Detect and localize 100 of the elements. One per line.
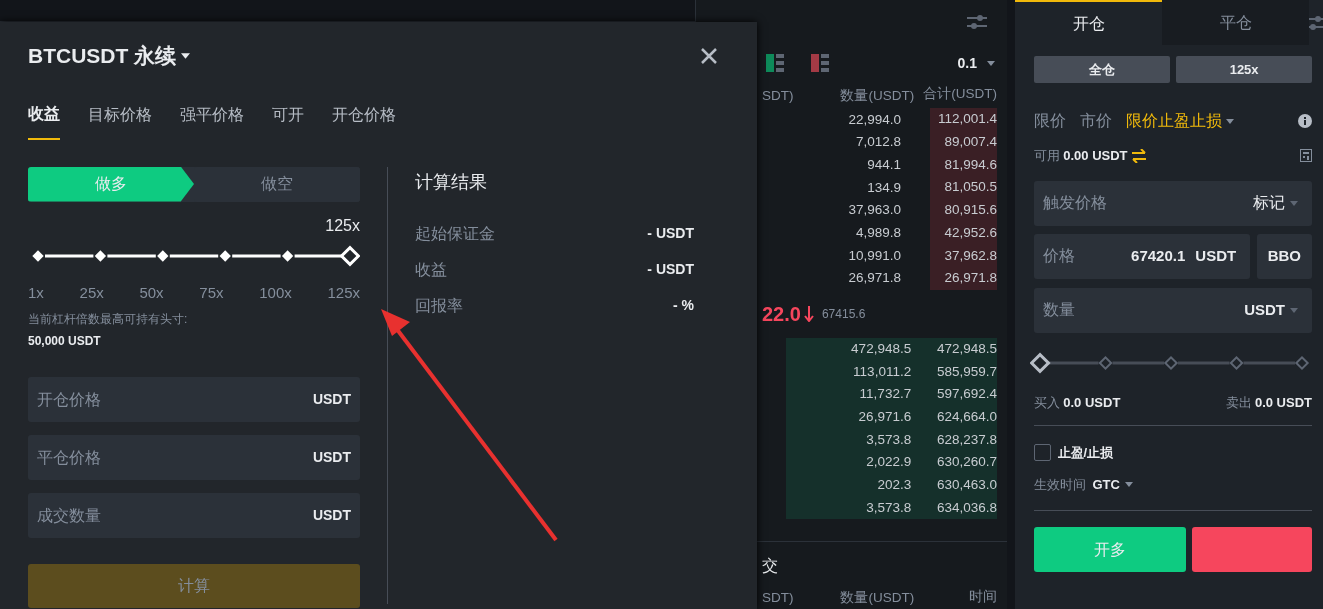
amount-cell-text: 113,011.2 xyxy=(852,362,912,381)
amount-cell-text: 472,948.5 xyxy=(850,340,912,359)
caret-icon xyxy=(181,52,191,59)
column-header: 合计(USDT) xyxy=(922,85,997,104)
close-icon[interactable] xyxy=(701,47,717,64)
amount-cell-text: 134.9 xyxy=(866,178,901,197)
caret-icon xyxy=(1290,200,1298,206)
tick-label: 125x xyxy=(327,282,360,303)
amount-cell-text: 944.1 xyxy=(866,155,901,174)
checkbox[interactable] xyxy=(1034,444,1051,462)
total-cell-text: 634,036.8 xyxy=(935,498,997,517)
amount-cell-text: 11,732.7 xyxy=(858,385,912,404)
column-header: SDT) xyxy=(762,588,794,607)
slider-track[interactable] xyxy=(1047,361,1295,364)
trigger-price-field[interactable]: 触发价格 标记 xyxy=(1034,180,1312,226)
amount-cell-text: 4,989.8 xyxy=(854,224,901,243)
order-type-tab[interactable]: 市价 xyxy=(1080,109,1112,133)
order-type-tab[interactable]: 限价止盈止损 xyxy=(1126,109,1222,133)
amount-cell-text: 2,022.9 xyxy=(865,453,912,472)
info-icon xyxy=(1298,114,1312,128)
total-cell-text: 630,260.7 xyxy=(935,453,997,472)
precision-dropdown[interactable]: 0.1 xyxy=(957,52,995,74)
total-cell-text: 624,664.0 xyxy=(935,407,997,426)
amount-cell-text: 10,991.0 xyxy=(847,246,901,265)
amount-cell-text: 26,971.6 xyxy=(857,408,912,427)
input-field[interactable]: 成交数量 USDT xyxy=(28,493,360,538)
dialog-tab[interactable]: 目标价格 xyxy=(88,101,152,140)
amount-cell-text: 202.3 xyxy=(876,476,912,495)
panel-tab[interactable]: 平仓 xyxy=(1162,0,1309,45)
total-cell-text: 597,692.4 xyxy=(935,385,997,404)
sell-orders-icon[interactable] xyxy=(811,54,829,73)
dialog-tab[interactable]: 开仓价格 xyxy=(332,101,396,140)
tick-label: 75x xyxy=(199,282,224,303)
bbo-button[interactable]: BBO xyxy=(1256,233,1312,279)
total-cell-text: 472,948.5 xyxy=(935,339,997,358)
amount-cell-text: 37,963.0 xyxy=(847,201,901,220)
tick-label: 25x xyxy=(79,282,104,303)
slider-step[interactable] xyxy=(32,249,44,262)
precision-value: 0.1 xyxy=(957,53,977,73)
section-title: 交 xyxy=(761,556,779,577)
result-value: - % xyxy=(673,296,694,315)
dialog-title[interactable]: BTCUSDT 永续 xyxy=(28,40,177,72)
input-field[interactable]: 开仓价格 USDT xyxy=(28,377,360,422)
down-arrow-icon xyxy=(803,305,814,322)
amount-cell-text: 7,012.8 xyxy=(854,133,901,152)
column-header: SDT) xyxy=(762,86,794,105)
dialog-tab[interactable]: 可开 xyxy=(272,101,304,140)
result-label: 回报率 xyxy=(415,295,463,316)
caret-icon xyxy=(987,60,995,66)
filter-settings-icon[interactable] xyxy=(1309,15,1323,31)
amount-cell-text: 3,573.8 xyxy=(865,498,912,517)
dialog-tab[interactable]: 强平价格 xyxy=(180,101,244,140)
position-note: 当前杠杆倍数最高可持有头寸: xyxy=(28,311,189,328)
margin-button[interactable]: 125x xyxy=(1176,56,1312,83)
time-in-force-label: 生效时间 xyxy=(1034,475,1086,494)
buy-orders-icon[interactable] xyxy=(766,54,784,73)
result-value: - USDT xyxy=(647,260,694,279)
max-position-value: 50,000 USDT xyxy=(28,333,102,350)
total-cell-text: 585,959.7 xyxy=(935,362,997,381)
result-value: - USDT xyxy=(647,224,694,243)
order-type-tab[interactable]: 限价 xyxy=(1034,109,1066,133)
available-value: 0.00 USDT xyxy=(1063,147,1128,165)
amount-cell-text: 26,971.8 xyxy=(847,269,901,288)
caret-icon xyxy=(1124,481,1133,487)
sell-label: 卖出 xyxy=(1225,393,1252,412)
buy-label: 买入 xyxy=(1034,393,1060,412)
result-label: 起始保证金 xyxy=(415,223,495,244)
caret-icon xyxy=(1226,118,1234,124)
margin-button[interactable]: 全仓 xyxy=(1034,56,1170,83)
time-in-force-dropdown[interactable]: GTC xyxy=(1092,474,1133,494)
available-label: 可用 xyxy=(1034,147,1060,165)
calculator-icon[interactable] xyxy=(1300,149,1312,163)
price-field[interactable]: 价格 67420.1 USDT xyxy=(1034,233,1251,279)
slider-step[interactable] xyxy=(157,249,169,262)
dialog-tab[interactable]: 收益 xyxy=(28,101,60,140)
unit-dropdown[interactable]: USDT xyxy=(1244,298,1298,322)
transfer-icon[interactable] xyxy=(1130,148,1147,163)
slider-track[interactable] xyxy=(45,254,343,257)
last-price: 22.0 xyxy=(762,301,801,327)
slider-step[interactable] xyxy=(1229,355,1244,370)
price-type-dropdown[interactable]: 标记 xyxy=(1253,191,1298,215)
total-cell-text: 630,463.0 xyxy=(935,475,997,494)
quantity-field[interactable]: 数量 USDT xyxy=(1034,287,1312,333)
caret-icon xyxy=(1290,307,1298,313)
total-cell-text: 628,237.8 xyxy=(935,430,997,449)
column-header: 数量(USDT) xyxy=(839,588,915,607)
tick-label: 100x xyxy=(259,282,292,303)
filter-settings-icon[interactable] xyxy=(967,13,987,30)
tick-label: 1x xyxy=(28,282,44,303)
column-header: 数量(USDT) xyxy=(839,86,915,105)
sell-value: 0.0 USDT xyxy=(1254,393,1312,412)
checkbox-label: 止盈/止损 xyxy=(1057,444,1114,462)
input-field[interactable]: 平仓价格 USDT xyxy=(28,435,360,480)
result-label: 收益 xyxy=(415,259,447,280)
amount-cell-text: 3,573.8 xyxy=(865,430,912,449)
column-header: 时间 xyxy=(968,588,997,607)
leverage-value: 125x xyxy=(324,215,360,236)
tick-label: 50x xyxy=(139,282,164,303)
slider-step[interactable] xyxy=(219,249,231,262)
slider-step[interactable] xyxy=(1098,355,1113,370)
